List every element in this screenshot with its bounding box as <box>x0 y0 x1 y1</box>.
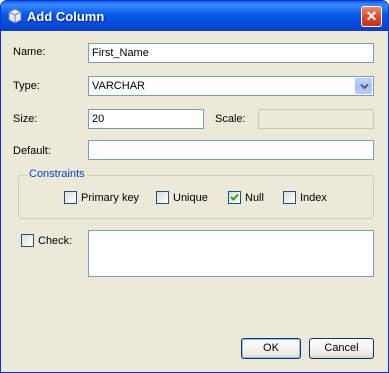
ok-button[interactable]: OK <box>241 338 301 359</box>
dropdown-arrow-button[interactable] <box>355 78 372 94</box>
table-icon <box>8 8 22 24</box>
chevron-down-icon <box>360 83 369 90</box>
constraints-title: Constraints <box>27 168 87 180</box>
unique-checkbox[interactable]: Unique <box>156 191 208 204</box>
unique-label: Unique <box>173 191 208 204</box>
default-field[interactable] <box>88 140 374 160</box>
name-label: Name: <box>13 46 46 58</box>
type-label: Type: <box>13 80 40 92</box>
type-select[interactable]: VARCHAR <box>88 76 374 96</box>
size-field[interactable]: 20 <box>88 109 204 129</box>
type-select-value: VARCHAR <box>92 80 145 92</box>
scale-field[interactable] <box>258 109 374 129</box>
index-label: Index <box>300 191 327 204</box>
null-label: Null <box>245 191 264 204</box>
null-checkbox[interactable]: Null <box>228 191 264 204</box>
add-column-dialog: Add Column ✕ Name: First_Name Type: VARC… <box>0 0 389 373</box>
checkbox-box[interactable] <box>21 234 34 247</box>
scale-label: Scale: <box>215 113 246 125</box>
checkmark-icon <box>230 193 239 201</box>
primary-key-checkbox[interactable]: Primary key <box>64 191 139 204</box>
check-checkbox[interactable]: Check: <box>21 234 72 247</box>
checkbox-box[interactable] <box>156 191 169 204</box>
name-field[interactable]: First_Name <box>88 43 374 63</box>
checkbox-box[interactable] <box>64 191 77 204</box>
primary-key-label: Primary key <box>81 191 140 204</box>
check-expression-textarea[interactable] <box>88 230 374 277</box>
checkbox-box[interactable] <box>283 191 296 204</box>
size-label: Size: <box>13 113 38 125</box>
checkbox-box[interactable] <box>228 191 241 204</box>
constraints-group: Constraints Primary key Unique Null Inde… <box>18 168 374 219</box>
dialog-title: Add Column <box>27 9 105 24</box>
index-checkbox[interactable]: Index <box>283 191 327 204</box>
cancel-button[interactable]: Cancel <box>309 338 374 359</box>
check-label: Check: <box>38 234 73 247</box>
default-label: Default: <box>13 145 51 157</box>
title-bar[interactable]: Add Column ✕ <box>1 1 388 31</box>
close-button[interactable]: ✕ <box>361 6 382 27</box>
dialog-body: Name: First_Name Type: VARCHAR Size: 20 … <box>4 31 385 369</box>
